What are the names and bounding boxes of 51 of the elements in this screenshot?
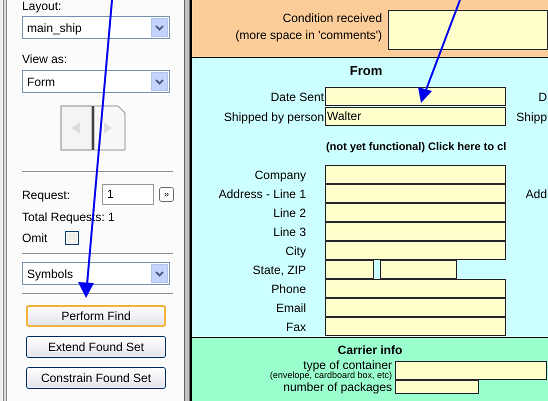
input-field[interactable] bbox=[388, 10, 548, 50]
input-field[interactable] bbox=[325, 298, 506, 317]
input-field[interactable] bbox=[325, 203, 506, 222]
field-label: Company bbox=[254, 168, 306, 182]
condition-label: Condition received bbox=[282, 10, 382, 27]
field-label: Fax bbox=[286, 320, 306, 334]
field-label: State, ZIP bbox=[252, 262, 306, 276]
input-field[interactable] bbox=[325, 87, 506, 106]
field-label: Line 2 bbox=[273, 206, 306, 220]
field-label: Add bbox=[526, 186, 548, 202]
omit-label: Omit bbox=[22, 230, 48, 247]
input-field[interactable] bbox=[325, 222, 506, 241]
request-field[interactable]: 1 bbox=[102, 184, 154, 205]
input-field[interactable] bbox=[325, 184, 506, 203]
input-field[interactable] bbox=[380, 260, 457, 279]
field-label: D bbox=[538, 88, 548, 106]
input-field[interactable]: Walter bbox=[325, 107, 506, 126]
click-here-text: (not yet functional) Click here to cl bbox=[326, 140, 506, 152]
layout-select[interactable]: main_ship bbox=[22, 16, 170, 39]
field-label: Line 3 bbox=[273, 224, 306, 238]
field-label: Email bbox=[276, 300, 306, 314]
input-field[interactable] bbox=[325, 241, 506, 260]
input-field[interactable] bbox=[325, 279, 506, 298]
input-field[interactable] bbox=[395, 380, 479, 394]
carrier-heading: Carrier info bbox=[338, 343, 402, 357]
input-field[interactable] bbox=[325, 260, 374, 279]
symbols-select[interactable]: Symbols bbox=[22, 262, 170, 285]
input-field[interactable] bbox=[325, 317, 506, 336]
next-request-button[interactable]: » bbox=[159, 187, 174, 202]
condition-hint: (more space in 'comments') bbox=[234, 27, 382, 44]
container-hint: (envelope, cardboard box, etc) bbox=[268, 371, 392, 380]
find-button[interactable]: Perform Find bbox=[26, 305, 166, 327]
field-label: City bbox=[285, 244, 306, 258]
from-heading: From bbox=[350, 63, 382, 78]
layout-label: Layout: bbox=[22, 0, 62, 13]
input-field[interactable] bbox=[325, 165, 506, 184]
find-button[interactable]: Constrain Found Set bbox=[26, 367, 166, 389]
request-label: Request: bbox=[22, 186, 72, 204]
field-label: Phone bbox=[271, 282, 306, 296]
input-field[interactable] bbox=[395, 360, 547, 380]
packages-label: number of packages bbox=[283, 380, 392, 394]
find-button[interactable]: Extend Found Set bbox=[26, 336, 166, 358]
omit-checkbox[interactable] bbox=[65, 231, 79, 245]
view-as-label: View as: bbox=[22, 51, 68, 68]
view-select[interactable]: Form bbox=[22, 70, 170, 93]
book-icon bbox=[60, 105, 126, 151]
field-label: Shipped by person bbox=[224, 110, 324, 124]
field-label: Date Sent bbox=[270, 90, 324, 104]
container-label: type of container bbox=[303, 360, 392, 371]
field-label: Address - Line 1 bbox=[218, 186, 306, 200]
field-label: Shipp bbox=[516, 108, 548, 126]
